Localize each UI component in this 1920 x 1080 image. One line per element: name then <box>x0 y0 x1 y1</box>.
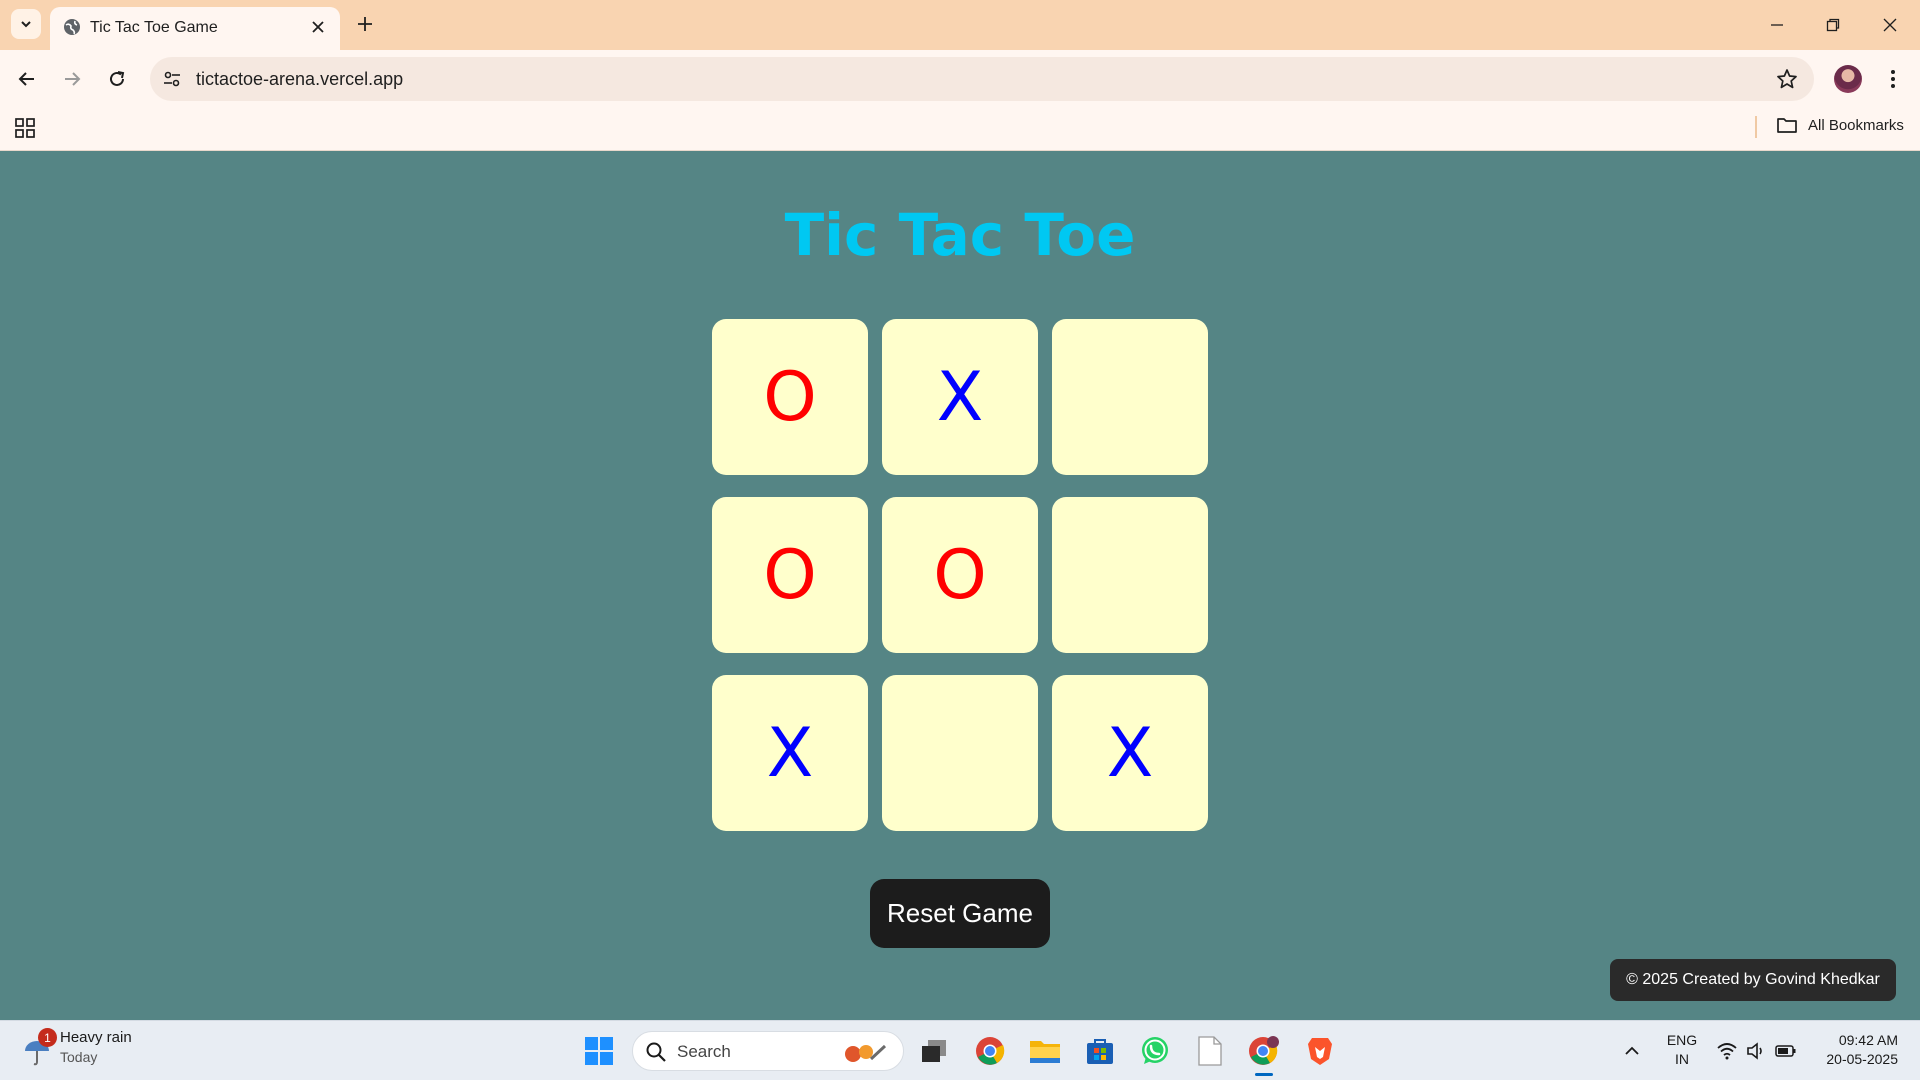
bookmark-star-icon[interactable] <box>1776 68 1798 90</box>
board-cell[interactable] <box>1052 497 1208 653</box>
language-region: IN <box>1675 1051 1689 1067</box>
taskbar-clock[interactable]: 09:42 AM 20-05-2025 <box>1808 1031 1898 1069</box>
board-cell[interactable] <box>882 675 1038 831</box>
globe-icon <box>64 19 80 35</box>
search-highlight-icon <box>845 1044 887 1062</box>
game-page: Tic Tac Toe O X O O X X Reset Game © 202… <box>0 151 1920 1020</box>
store-icon <box>1087 1039 1113 1064</box>
task-view-icon <box>922 1040 946 1062</box>
windows-logo-icon <box>585 1037 613 1065</box>
volume-icon <box>1747 1042 1762 1060</box>
back-button[interactable] <box>12 64 42 94</box>
restore-icon <box>1826 18 1840 32</box>
folder-icon <box>1777 118 1797 133</box>
close-icon <box>312 21 324 33</box>
profile-avatar[interactable] <box>1834 65 1862 93</box>
search-icon <box>646 1042 666 1062</box>
taskbar-search[interactable]: Search <box>632 1031 904 1071</box>
chrome-icon <box>976 1037 1005 1065</box>
system-tray-status[interactable] <box>1712 1033 1802 1069</box>
board-cell[interactable]: O <box>712 319 868 475</box>
active-app-indicator <box>1255 1073 1273 1076</box>
bookmarks-bar: All Bookmarks <box>0 108 1920 151</box>
whatsapp-icon <box>1142 1037 1168 1064</box>
tab-title: Tic Tac Toe Game <box>90 19 218 36</box>
chevron-up-icon <box>1625 1046 1639 1055</box>
file-explorer-app[interactable] <box>1027 1033 1063 1069</box>
language-indicator[interactable]: ENG IN <box>1662 1031 1702 1069</box>
weather-condition: Heavy rain <box>60 1029 132 1046</box>
notepad-app[interactable] <box>1192 1033 1228 1069</box>
close-window-button[interactable] <box>1875 10 1905 40</box>
browser-tab-active[interactable]: Tic Tac Toe Game <box>50 7 340 50</box>
browser-menu-button[interactable] <box>1880 64 1906 94</box>
board-cell[interactable]: O <box>712 497 868 653</box>
chevron-down-icon <box>21 21 31 28</box>
chrome-icon <box>1249 1036 1279 1065</box>
board-cell[interactable] <box>1052 319 1208 475</box>
windows-taskbar: 1 Heavy rain Today Search ENG IN 09:42 A… <box>0 1020 1920 1080</box>
address-bar[interactable]: tictactoe-arena.vercel.app <box>150 57 1814 101</box>
more-vertical-icon <box>1891 70 1895 88</box>
battery-icon <box>1775 1045 1796 1057</box>
plus-icon <box>358 17 372 31</box>
new-tab-button[interactable] <box>352 11 378 37</box>
game-board: O X O O X X <box>712 319 1208 831</box>
board-cell[interactable]: X <box>1052 675 1208 831</box>
weather-day: Today <box>60 1049 98 1065</box>
apps-grid-icon[interactable] <box>13 116 37 140</box>
site-settings-icon <box>164 71 180 87</box>
reset-game-button[interactable]: Reset Game <box>870 879 1050 948</box>
restore-button[interactable] <box>1818 10 1848 40</box>
minimize-button[interactable] <box>1762 10 1792 40</box>
reload-button[interactable] <box>102 64 132 94</box>
board-cell[interactable]: X <box>882 319 1038 475</box>
chrome-taskbar-app[interactable] <box>972 1033 1008 1069</box>
forward-button[interactable] <box>57 64 87 94</box>
task-view-button[interactable] <box>916 1033 952 1069</box>
show-hidden-icons-button[interactable] <box>1614 1033 1650 1069</box>
all-bookmarks-label: All Bookmarks <box>1808 116 1904 134</box>
url-text: tictactoe-arena.vercel.app <box>196 69 404 89</box>
weather-badge: 1 <box>38 1028 57 1047</box>
start-button[interactable] <box>581 1033 617 1069</box>
brave-app[interactable] <box>1302 1033 1338 1069</box>
board-cell[interactable]: X <box>712 675 868 831</box>
browser-toolbar: tictactoe-arena.vercel.app <box>0 50 1920 108</box>
minimize-icon <box>1771 24 1783 26</box>
wifi-icon <box>1717 1043 1737 1060</box>
clock-time: 09:42 AM <box>1838 1032 1898 1048</box>
bookmarks-separator <box>1755 116 1757 138</box>
document-icon <box>1198 1036 1222 1066</box>
folder-icon <box>1030 1041 1060 1063</box>
weather-widget[interactable]: 1 Heavy rain Today <box>22 1028 132 1067</box>
arrow-left-icon <box>18 72 34 86</box>
board-cell[interactable]: O <box>882 497 1038 653</box>
close-tab-button[interactable] <box>308 17 328 37</box>
credit-footer: © 2025 Created by Govind Khedkar <box>1610 959 1896 1001</box>
weather-icon: 1 <box>22 1028 57 1067</box>
brave-lion-icon <box>1308 1038 1332 1065</box>
reload-icon <box>110 71 125 86</box>
chrome-profile-taskbar-app[interactable] <box>1246 1033 1282 1069</box>
browser-tab-bar: Tic Tac Toe Game <box>0 0 1920 50</box>
arrow-right-icon <box>65 72 81 86</box>
language-code: ENG <box>1666 1032 1698 1048</box>
clock-date: 20-05-2025 <box>1826 1051 1898 1067</box>
microsoft-store-app[interactable] <box>1082 1033 1118 1069</box>
whatsapp-app[interactable] <box>1137 1033 1173 1069</box>
game-title: Tic Tac Toe <box>784 201 1136 269</box>
close-icon <box>1883 18 1897 32</box>
all-bookmarks-button[interactable]: All Bookmarks <box>1776 116 1904 134</box>
tab-search-menu-button[interactable] <box>11 9 41 39</box>
search-placeholder: Search <box>677 1042 731 1061</box>
